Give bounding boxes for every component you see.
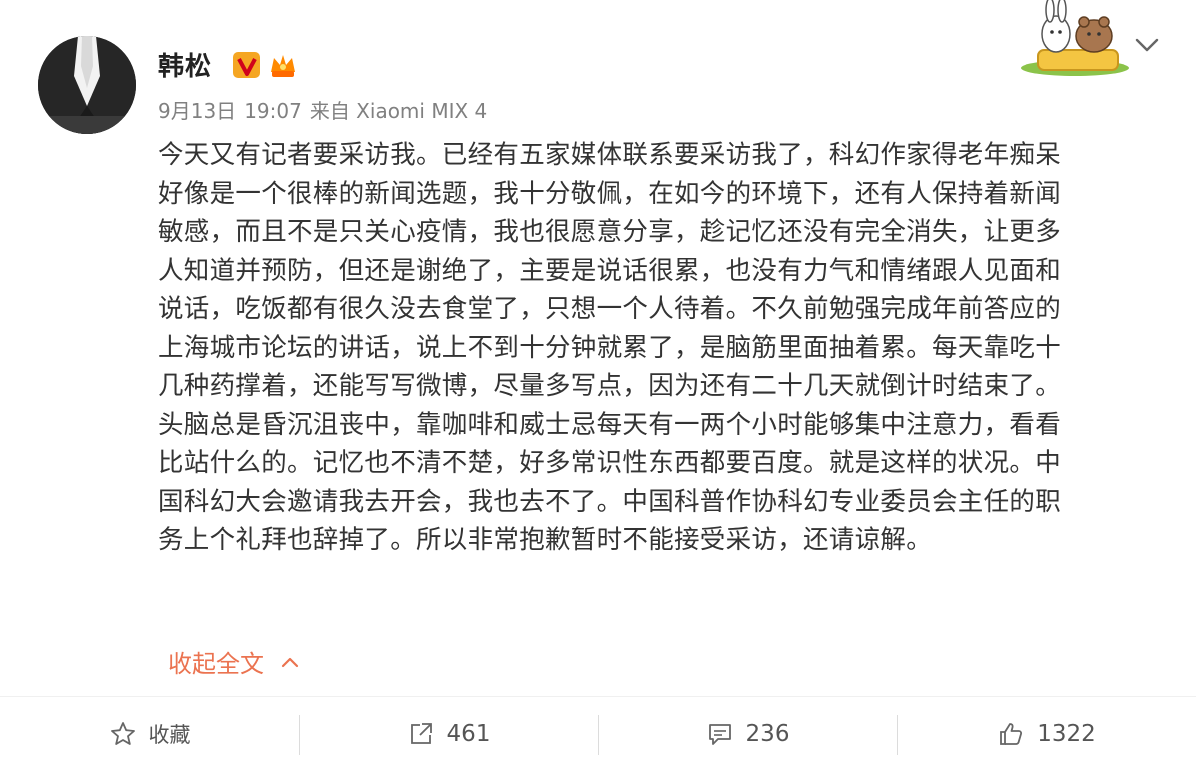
favorite-button[interactable]: 收藏: [0, 697, 299, 771]
collapse-label: 收起全文: [168, 650, 264, 678]
username[interactable]: 韩松: [158, 46, 212, 83]
comment-button[interactable]: 236: [598, 697, 897, 771]
avatar-portrait-icon: [38, 36, 136, 134]
post-source: 来自 Xiaomi MIX 4: [309, 99, 488, 123]
chevron-down-icon[interactable]: [1134, 36, 1160, 54]
comment-count: 236: [745, 721, 790, 747]
collapse-button[interactable]: 收起全文: [168, 644, 300, 679]
favorite-label: 收藏: [148, 723, 191, 747]
verified-v-icon: [232, 50, 262, 80]
repost-button[interactable]: 461: [299, 697, 598, 771]
post-time[interactable]: 19:07: [244, 99, 302, 123]
like-button[interactable]: 1322: [897, 697, 1196, 771]
repost-count: 461: [446, 721, 491, 747]
post-text: 今天又有记者要采访我。已经有五家媒体联系要采访我了，科幻作家得老年痴呆 好像是一…: [158, 140, 1062, 555]
thumbs-up-icon: [1000, 723, 1023, 745]
star-icon: [110, 722, 135, 745]
share-icon: [410, 723, 432, 744]
decorative-sticker-icon: [1021, 0, 1129, 76]
like-count: 1322: [1037, 721, 1096, 747]
post-meta: 9月13日 19:07 来自 Xiaomi MIX 4: [158, 95, 495, 124]
post-date[interactable]: 9月13日: [158, 99, 236, 123]
avatar[interactable]: [38, 36, 136, 134]
vip-crown-icon: [268, 50, 298, 80]
comment-icon: [708, 724, 731, 745]
chevron-up-icon: [281, 657, 299, 667]
action-bar: 收藏 461 236 1322: [0, 696, 1196, 771]
user-badges: [232, 50, 298, 80]
